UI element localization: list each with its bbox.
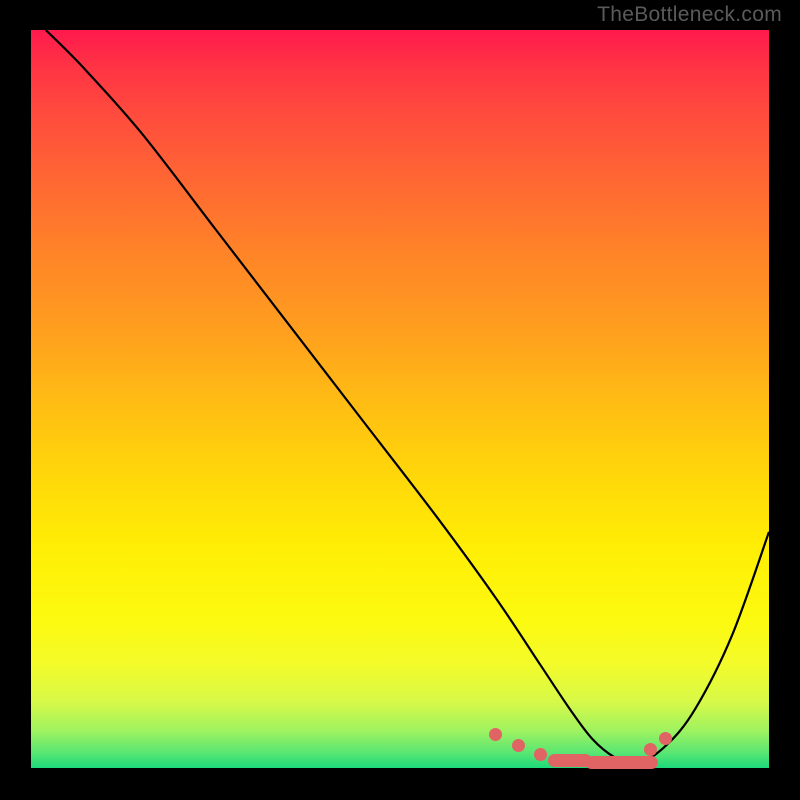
chart-container: TheBottleneck.com bbox=[0, 0, 800, 800]
watermark-label: TheBottleneck.com bbox=[597, 3, 782, 27]
plot-background bbox=[31, 30, 769, 768]
